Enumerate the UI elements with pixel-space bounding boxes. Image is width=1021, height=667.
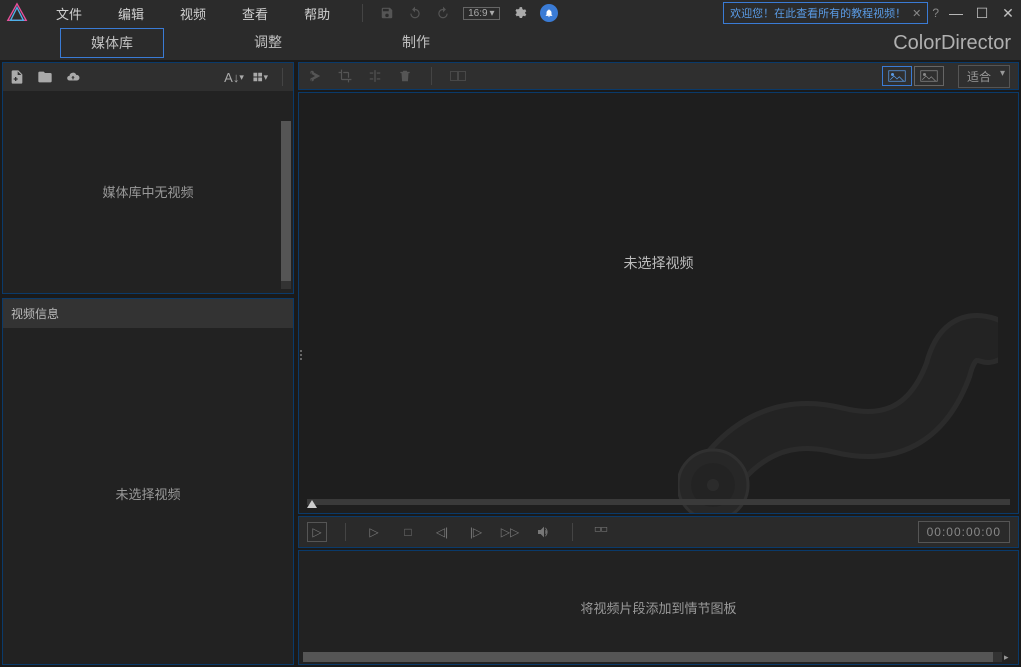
separator xyxy=(431,67,432,85)
zoom-fit-label: 适合 xyxy=(967,70,991,84)
view-mode-1-button[interactable] xyxy=(882,66,912,86)
aspect-ratio-selector[interactable]: 16:9▾ xyxy=(463,7,500,20)
separator xyxy=(282,68,283,86)
snapshot-icon[interactable] xyxy=(591,522,611,542)
redo-icon[interactable] xyxy=(435,5,451,21)
compare-icon[interactable] xyxy=(450,68,466,84)
maximize-button[interactable]: ☐ xyxy=(975,6,989,20)
menu-help[interactable]: 帮助 xyxy=(286,0,348,27)
promo-text: 欢迎您！在此查看所有的教程视频！ xyxy=(730,5,906,21)
help-icon[interactable]: ? xyxy=(932,6,939,20)
cloud-import-icon[interactable] xyxy=(65,69,81,85)
separator xyxy=(362,4,363,22)
close-button[interactable]: ✕ xyxy=(1001,6,1015,20)
preview-timeline[interactable] xyxy=(307,499,1010,505)
volume-icon[interactable] xyxy=(534,522,554,542)
play-button[interactable]: ▷ xyxy=(364,522,384,542)
fast-forward-button[interactable]: ▷▷ xyxy=(500,522,520,542)
tab-adjust[interactable]: 调整 xyxy=(224,28,312,58)
crop-icon[interactable] xyxy=(337,68,353,84)
media-library-body: 媒体库中无视频 xyxy=(3,91,293,291)
app-logo xyxy=(6,2,28,24)
grid-view-icon[interactable]: ▾ xyxy=(252,69,268,85)
tab-media-library[interactable]: 媒体库 xyxy=(60,28,164,58)
menu-file[interactable]: 文件 xyxy=(38,0,100,27)
menu-view[interactable]: 查看 xyxy=(224,0,286,27)
sort-label: A xyxy=(224,70,233,85)
storyboard-panel[interactable]: 将视频片段添加到情节图板 ▸ xyxy=(298,550,1019,665)
tab-produce[interactable]: 制作 xyxy=(372,28,460,58)
storyboard-hint: 将视频片段添加到情节图板 xyxy=(580,598,736,617)
timeline-playhead[interactable] xyxy=(307,500,317,508)
timecode-display[interactable]: 00:00:00:00 xyxy=(918,521,1010,543)
brand-name: ColorDirector xyxy=(893,32,1011,55)
settings-icon[interactable] xyxy=(512,5,528,21)
media-empty-text: 媒体库中无视频 xyxy=(102,182,193,201)
play-mode-button[interactable]: ▷ xyxy=(307,522,327,542)
aspect-ratio-label: 16:9 xyxy=(468,8,487,19)
view-mode-2-button[interactable] xyxy=(914,66,944,86)
preview-empty-text: 未选择视频 xyxy=(624,253,694,273)
save-icon[interactable] xyxy=(379,5,395,21)
storyboard-scroll-thumb[interactable] xyxy=(303,652,993,662)
split-icon[interactable] xyxy=(367,68,383,84)
filmstrip-decoration-icon xyxy=(678,310,998,514)
promo-banner[interactable]: 欢迎您！在此查看所有的教程视频！ ✕ xyxy=(723,2,928,24)
info-empty-text: 未选择视频 xyxy=(115,484,180,503)
delete-icon[interactable] xyxy=(397,68,413,84)
undo-icon[interactable] xyxy=(407,5,423,21)
scrollbar-thumb[interactable] xyxy=(281,121,291,281)
promo-close-icon[interactable]: ✕ xyxy=(912,7,921,20)
menu-video[interactable]: 视频 xyxy=(162,0,224,27)
minimize-button[interactable]: — xyxy=(949,6,963,20)
separator xyxy=(345,523,346,541)
notification-bell-icon[interactable] xyxy=(540,4,558,22)
video-info-header: 视频信息 xyxy=(3,299,293,328)
zoom-fit-selector[interactable]: 适合 xyxy=(958,65,1010,88)
next-frame-button[interactable]: |▷ xyxy=(466,522,486,542)
preview-area: 未选择视频 xyxy=(298,92,1019,514)
panel-resize-handle[interactable] xyxy=(298,350,304,374)
prev-frame-button[interactable]: ◁| xyxy=(432,522,452,542)
separator xyxy=(572,523,573,541)
stop-button[interactable]: □ xyxy=(398,522,418,542)
video-info-body: 未选择视频 xyxy=(3,328,293,658)
import-folder-icon[interactable] xyxy=(37,69,53,85)
chevron-down-icon: ▾ xyxy=(490,8,495,19)
sort-icon[interactable]: A↓▾ xyxy=(226,69,242,85)
storyboard-scroll-right-icon[interactable]: ▸ xyxy=(1004,652,1016,662)
cut-icon[interactable] xyxy=(307,68,323,84)
import-file-icon[interactable] xyxy=(9,69,25,85)
menu-edit[interactable]: 编辑 xyxy=(100,0,162,27)
